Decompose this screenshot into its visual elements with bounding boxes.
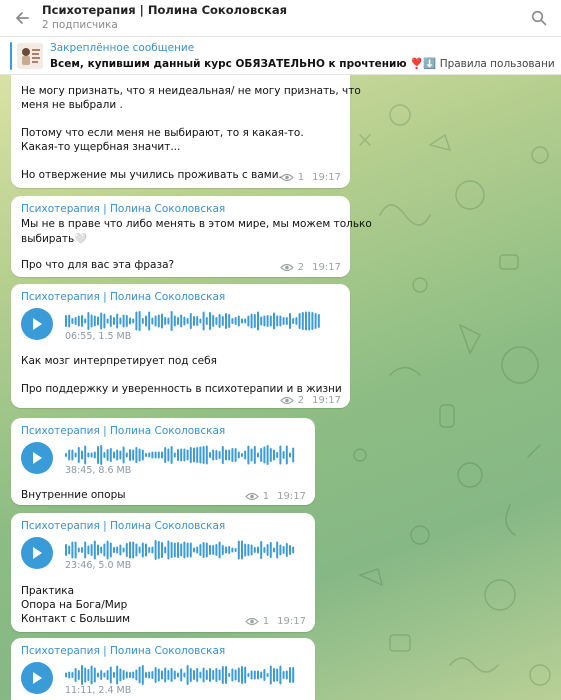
message-time: 19:17 [277,491,306,502]
message-bubble[interactable]: Не могу признать, что я неидеальная/ не … [11,75,361,188]
pinned-text-rest: Правила пользования: 1. Запре... [439,58,555,70]
pinned-thumbnail [17,43,43,69]
play-icon [33,452,42,464]
audio-duration: 11:11, 2.4 MB [65,685,132,696]
message-time: 19:17 [312,172,341,183]
audio-waveform[interactable] [65,443,297,467]
message-author[interactable]: Психотерапия | Полина Соколовская [21,425,225,437]
play-button[interactable] [21,537,53,569]
message-text-line: Контакт с Большим [21,613,131,625]
message-meta: 1 19:17 [244,491,306,502]
play-icon [33,672,42,684]
message-text-line: Как мозг интерпретирует под себя [21,355,217,367]
message-meta: 1 19:17 [279,172,341,183]
pinned-text-bold: Всем, купившим данный курс ОБЯЗАТЕЛЬНО к… [50,58,437,70]
message-author[interactable]: Психотерапия | Полина Соколовская [21,203,225,215]
message-author[interactable]: Психотерапия | Полина Соколовская [21,520,225,532]
search-icon[interactable] [529,8,549,28]
message-text-line: Мы не в праве что либо менять в этом мир… [21,218,372,230]
channel-title[interactable]: Психотерапия | Полина Соколовская [42,3,287,17]
message-text-line: Не могу признать, что я неидеальная/ не … [21,85,361,97]
message-meta: 1 19:17 [244,616,306,627]
view-count: 2 [297,262,305,273]
audio-waveform[interactable] [65,538,297,562]
play-icon [33,547,42,559]
message-text-line: Опора на Бога/Мир [21,599,128,611]
play-button[interactable] [21,308,53,340]
chat-header: Психотерапия | Полина Соколовская 2 подп… [0,0,561,37]
message-time: 19:17 [312,262,341,273]
audio-message-bubble[interactable]: Психотерапия | Полина Соколовская 11:11,… [11,638,315,700]
message-text-line: Практика [21,585,75,597]
message-author[interactable]: Психотерапия | Полина Соколовская [21,291,225,303]
message-meta: 2 19:17 [279,395,341,406]
back-arrow-icon[interactable] [12,8,32,28]
views-eye-icon [244,492,259,501]
pinned-preview: Всем, купившим данный курс ОБЯЗАТЕЛЬНО к… [50,57,555,70]
message-time: 19:17 [277,616,306,627]
view-count: 1 [297,172,305,183]
subscriber-count: 2 подписчика [42,19,118,31]
message-text-line: Про что для вас эта фраза? [21,259,175,271]
audio-duration: 06:55, 1.5 MB [65,331,132,342]
views-eye-icon [279,396,294,405]
audio-duration: 23:46, 5.0 MB [65,560,132,571]
message-text-line: Но отвержение мы учились проживать с вам… [21,169,282,181]
views-eye-icon [279,173,294,182]
message-text-line: выбирать🤍 [21,233,88,245]
message-text-line: меня не выбрали . [21,99,123,111]
pinned-indicator [10,42,12,70]
chat-area[interactable]: Не могу признать, что я неидеальная/ не … [0,75,561,700]
view-count: 1 [262,616,270,627]
message-time: 19:17 [312,395,341,406]
play-icon [33,318,42,330]
views-eye-icon [279,263,294,272]
message-text-line: Внутренние опоры [21,489,126,501]
pinned-label: Закреплённое сообщение [50,42,195,54]
message-bubble[interactable]: Психотерапия | Полина Соколовская Мы не … [11,196,372,277]
audio-waveform[interactable] [65,309,321,333]
views-eye-icon [244,617,259,626]
message-author[interactable]: Психотерапия | Полина Соколовская [21,645,225,657]
audio-waveform[interactable] [65,663,297,687]
audio-message-bubble[interactable]: Психотерапия | Полина Соколовская 23:46,… [11,513,315,632]
message-text-line: Какая-то ущербная значит... [21,141,181,153]
audio-message-bubble[interactable]: Психотерапия | Полина Соколовская 38:45,… [11,418,315,505]
play-button[interactable] [21,442,53,474]
message-meta: 2 19:17 [279,262,341,273]
audio-duration: 38:45, 8.6 MB [65,465,132,476]
view-count: 1 [262,491,270,502]
view-count: 2 [297,395,305,406]
play-button[interactable] [21,662,53,694]
audio-message-bubble[interactable]: Психотерапия | Полина Соколовская 06:55,… [11,284,350,408]
message-text-line: Про поддержку и уверенность в психотерап… [21,383,342,395]
pinned-message-bar[interactable]: Закреплённое сообщение Всем, купившим да… [0,37,561,75]
message-text-line: Потому что если меня не выбирают, то я к… [21,127,304,139]
